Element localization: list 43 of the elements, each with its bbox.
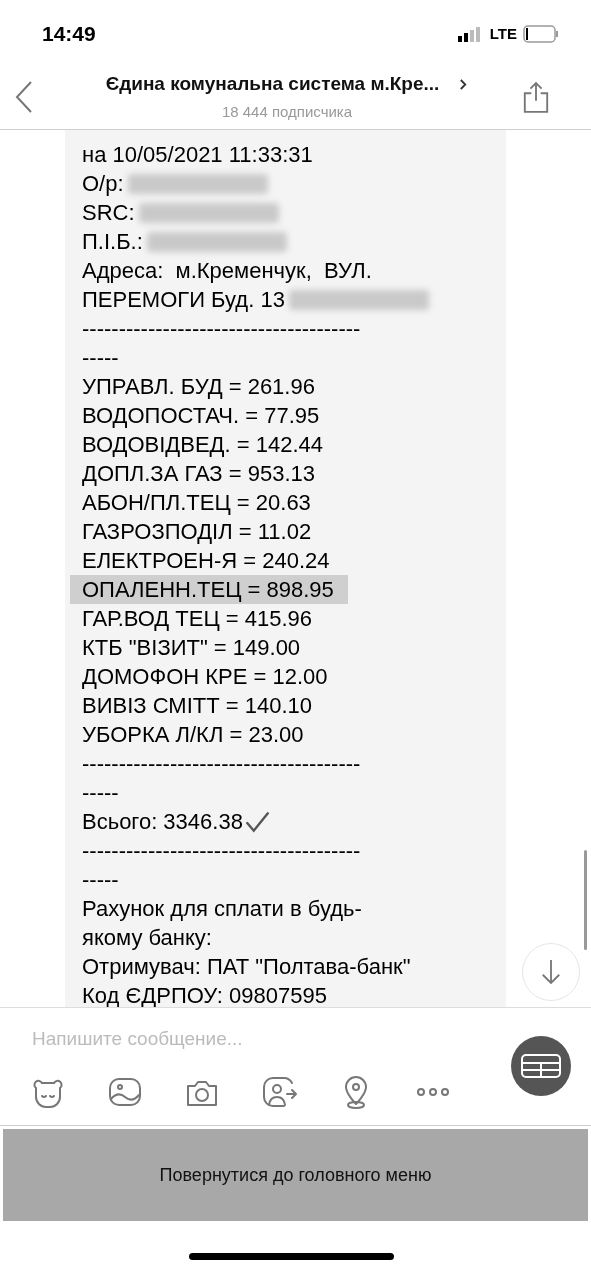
battery-icon (523, 25, 559, 43)
message-line: КТБ "ВІЗИТ" = 149.00 (82, 634, 301, 662)
main-menu-button[interactable]: Повернутися до головного меню (3, 1129, 588, 1221)
message-line: ВОДОПОСТАЧ. = 77.95 (82, 402, 320, 430)
message-input[interactable]: Напишите сообщение... (32, 1022, 492, 1056)
message-line: ДОМОФОН КРЕ = 12.00 (82, 663, 328, 691)
message-line: ДОПЛ.ЗА ГАЗ = 953.13 (82, 460, 315, 488)
message-line: Рахунок для сплати в будь- (82, 895, 362, 923)
message-line: О/р: (82, 170, 124, 198)
status-time: 14:49 (42, 21, 96, 48)
message-line: П.І.Б.: (82, 228, 143, 256)
message-line: ----- (82, 866, 119, 894)
channel-title[interactable]: Єдина комунальна система м.Кре... (105, 70, 440, 99)
message-line: ПЕРЕМОГИ Буд. 13 (82, 286, 285, 314)
network-label: LTE (489, 23, 517, 44)
message-line: -------------------------------------- (82, 837, 361, 865)
keyboard-button[interactable] (511, 1036, 571, 1096)
message-line: Всього: 3346.38 (82, 808, 243, 836)
arrow-down-icon (540, 958, 562, 986)
message-line: на 10/05/2021 11:33:31 (82, 141, 313, 169)
message-line: ВИВІЗ СМІТТ = 140.10 (82, 692, 312, 720)
message-line: якому банку: (82, 924, 212, 952)
chevron-icon[interactable] (459, 77, 469, 91)
message-line: Код ЄДРПОУ: 09807595 (82, 982, 327, 1007)
message-line: ГАЗРОЗПОДІЛ = 11.02 (82, 518, 312, 546)
back-icon[interactable] (14, 79, 34, 114)
message-line: УБОРКА Л/КЛ = 23.00 (82, 721, 304, 749)
subscriber-count: 18 444 подписчика (221, 101, 353, 122)
message-line: -------------------------------------- (82, 315, 361, 343)
message-line: Адреса: м.Кременчук, ВУЛ. (82, 257, 372, 285)
grid-icon (521, 1054, 561, 1078)
message-line: Отримувач: ПАТ "Полтава-банк" (82, 953, 411, 981)
message-line: ВОДОВІДВЕД. = 142.44 (82, 431, 323, 459)
message-line: -------------------------------------- (82, 750, 361, 778)
contact-share-icon[interactable] (261, 1074, 297, 1110)
message-line: УПРАВЛ. БУД = 261.96 (82, 373, 315, 401)
more-icon[interactable] (415, 1087, 451, 1097)
message-line: ----- (82, 344, 119, 372)
message-line: ЕЛЕКТРОЕН-Я = 240.24 (82, 547, 330, 575)
message-line: АБОН/ПЛ.ТЕЦ = 20.63 (82, 489, 311, 517)
message-line: ----- (82, 779, 119, 807)
message-line: SRC: (82, 199, 135, 227)
message-line: ГАР.ВОД ТЕЦ = 415.96 (82, 605, 313, 633)
